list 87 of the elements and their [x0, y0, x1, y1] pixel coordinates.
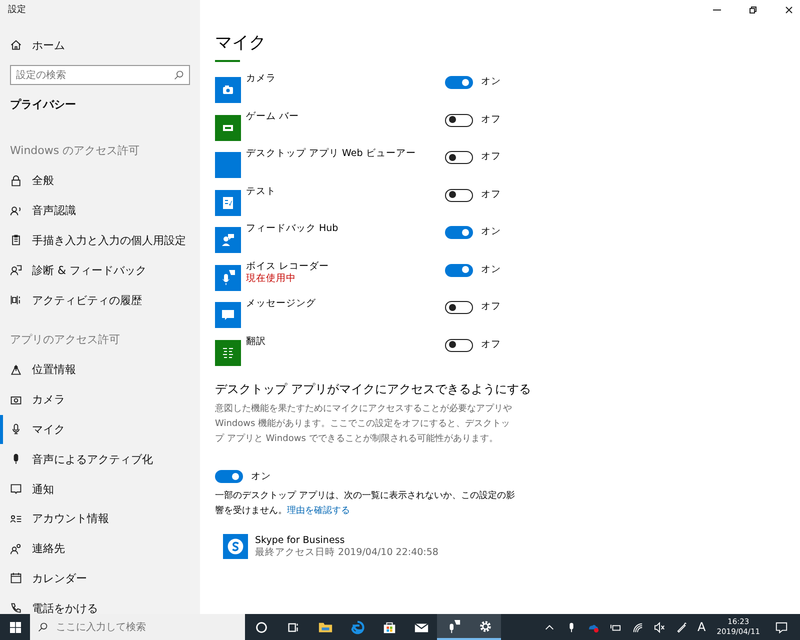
toggle-switch[interactable] [215, 470, 243, 483]
nav-item[interactable]: マイク [0, 414, 200, 444]
toggle-state: オフ [481, 300, 501, 313]
restore-icon[interactable] [748, 5, 758, 15]
toggle-state: オン [481, 262, 501, 276]
app-name: 翻訳 [246, 336, 267, 348]
taskbar-app[interactable] [469, 614, 501, 640]
nav-item[interactable]: カレンダー [0, 564, 200, 594]
home-icon [10, 39, 22, 51]
toggle-switch[interactable] [445, 188, 473, 202]
cortana-icon [254, 620, 268, 634]
note-text: 一部のデスクトップ アプリは、次の一覧に表示されないか、この設定の影響を受けません。理由を確認する [215, 489, 515, 518]
toggle-switch[interactable] [445, 114, 473, 126]
toggle-state: オン [481, 225, 501, 238]
nav-item[interactable]: 連絡先 [0, 534, 200, 564]
edge-icon [350, 620, 364, 634]
nav-item[interactable]: 手描き入力と入力の個人用設定 [0, 226, 200, 256]
feedback-icon [10, 264, 22, 276]
nav-item[interactable]: アカウント情報 [0, 504, 200, 534]
location-icon [10, 364, 22, 376]
taskbar-app[interactable] [437, 614, 469, 640]
section-heading: デスクトップ アプリがマイクにアクセスできるようにする [215, 381, 532, 398]
toggle-state: オフ [481, 150, 501, 163]
window-title: 設定 [7, 4, 27, 17]
input-mode-indicator[interactable]: A [698, 620, 706, 634]
notification-icon [10, 483, 22, 496]
wifi-icon[interactable] [632, 622, 643, 632]
page-title: マイク [215, 32, 267, 54]
timeline-icon [10, 294, 22, 306]
toggle-state: オフ [481, 338, 501, 350]
app-name: デスクトップ アプリ Web ビューアー [246, 148, 417, 160]
last-access-text: 最終アクセス日時 2019/04/10 22:40:58 [255, 546, 438, 558]
app-name: Skype for Business [255, 534, 346, 546]
section-heading: プライバシー [10, 97, 77, 113]
toggle-switch[interactable] [445, 264, 473, 276]
nav-item[interactable]: 全般 [0, 166, 200, 196]
nav-item[interactable]: 音声によるアクティブ化 [0, 444, 200, 474]
contacts-icon [10, 542, 22, 555]
toggle-switch[interactable] [445, 151, 473, 164]
search-icon [38, 622, 48, 632]
app-name: フィードバック Hub [246, 223, 340, 235]
nav-item[interactable]: 診断 & フィードバック [0, 255, 200, 286]
app-name: ゲーム バー [246, 110, 300, 122]
learn-why-link[interactable]: 理由を確認する [287, 506, 350, 516]
camera-icon [10, 394, 22, 406]
nav-item[interactable]: 位置情報 [0, 354, 200, 385]
speaker-muted-icon[interactable] [654, 622, 665, 632]
toggle-state: オン [481, 75, 501, 88]
app-name: カメラ [246, 73, 277, 85]
group-title: アプリのアクセス許可 [10, 332, 121, 347]
taskbar-search-field[interactable]: ここに入力して検索 [56, 622, 245, 632]
toggle-switch[interactable] [445, 338, 473, 352]
settings-icon [478, 618, 492, 634]
title-underline [215, 60, 240, 62]
usage-status: 現在使用中 [246, 272, 297, 284]
app-name: メッセージング [246, 298, 317, 310]
toggle-switch[interactable] [445, 226, 473, 239]
notification-icon[interactable] [775, 620, 788, 634]
account-icon [10, 512, 22, 525]
store-icon [382, 620, 396, 634]
toggle-state: オフ [481, 112, 501, 126]
app-name: テスト [246, 186, 277, 198]
toggle-switch[interactable] [445, 76, 473, 89]
nav-item[interactable]: 通知 [0, 474, 200, 504]
phone-icon [10, 602, 22, 614]
calendar-icon [10, 572, 22, 584]
taskbar-search-box[interactable]: ここに入力して検索 [30, 614, 245, 640]
toggle-state: オン [251, 470, 271, 483]
nav-item[interactable]: カメラ [0, 384, 200, 415]
pen-icon[interactable] [676, 622, 687, 632]
mic-icon [10, 423, 22, 436]
speech-icon [10, 204, 22, 217]
app-name: ボイス レコーダー [246, 260, 330, 272]
home-nav-item[interactable]: ホーム [0, 30, 200, 60]
search-icon [174, 70, 184, 80]
nav-item[interactable]: アクティビティの履歴 [0, 285, 200, 315]
description-text: 意図した機能を果たすためにマイクにアクセスすることが必要なアプリや Windows 機能があります。ここでこの設定をオフにすると、デスクトップ アプリと Windows でできることが制限される可能性があります。 [215, 402, 513, 446]
toggle-state: オフ [481, 188, 501, 200]
toggle-switch[interactable] [445, 301, 473, 314]
group-title: Windows のアクセス許可 [10, 143, 141, 158]
lock-icon [10, 174, 22, 187]
windows-logo-icon [10, 622, 20, 632]
nav-item[interactable]: 電話をかける [0, 593, 200, 614]
close-icon[interactable] [784, 5, 794, 15]
clipboard-icon [10, 234, 22, 246]
skype-app-icon [223, 534, 248, 559]
nav-item[interactable]: 音声認識 [0, 196, 200, 226]
